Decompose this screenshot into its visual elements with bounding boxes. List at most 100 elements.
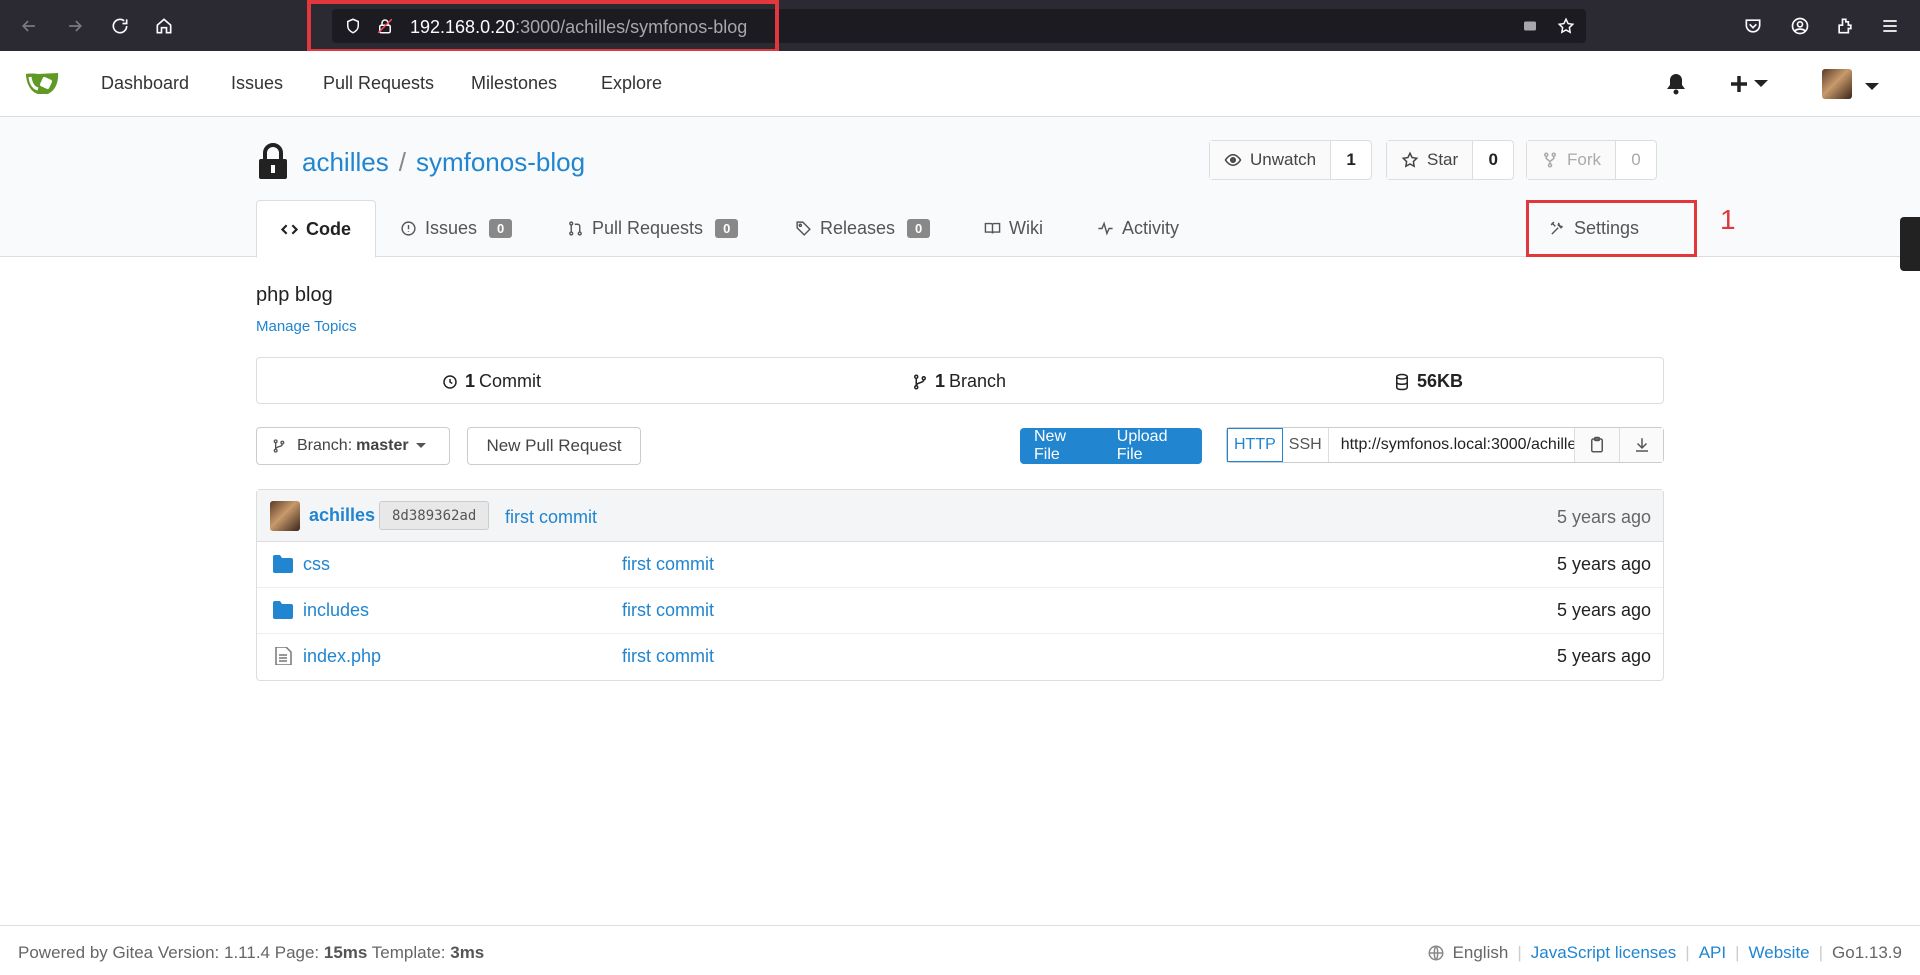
new-pull-request-button[interactable]: New Pull Request	[467, 427, 641, 465]
upload-file-button[interactable]: Upload File	[1103, 428, 1202, 464]
book-icon	[984, 222, 1001, 234]
file-actions-group: New File Upload File	[1020, 428, 1202, 464]
commits-count: 1	[465, 371, 476, 391]
branch-selector[interactable]: Branch: master	[256, 427, 450, 465]
manage-topics-link[interactable]: Manage Topics	[256, 318, 357, 335]
back-arrow-icon[interactable]	[14, 11, 44, 41]
stars-count[interactable]: 0	[1473, 141, 1513, 179]
commit-time: 5 years ago	[1556, 507, 1651, 527]
commit-sha-button[interactable]: 8d389362ad	[379, 501, 490, 530]
commits-stat[interactable]: 1 Commit	[441, 371, 541, 392]
branch-icon	[273, 439, 285, 453]
unwatch-button[interactable]: Unwatch	[1210, 141, 1332, 179]
tab-issues-label: Issues	[425, 218, 478, 238]
branches-stat[interactable]: 1 Branch	[911, 371, 1006, 392]
latest-commit-row: achilles 8d389362ad first commit 5 years…	[257, 490, 1663, 542]
browser-toolbar: 192.168.0.20:3000/achilles/symfonos-blog	[0, 0, 1920, 53]
tag-icon	[796, 221, 811, 236]
pull-request-icon	[569, 221, 582, 236]
chevron-down-icon[interactable]	[1864, 79, 1880, 97]
url-highlight-box	[307, 0, 779, 53]
tab-releases-label: Releases	[820, 218, 896, 238]
ssh-protocol-button[interactable]: SSH	[1283, 428, 1329, 462]
reload-icon[interactable]	[105, 11, 135, 41]
issues-count-badge: 0	[489, 219, 513, 238]
tab-activity-label: Activity	[1122, 218, 1180, 238]
http-protocol-button[interactable]: HTTP	[1227, 428, 1283, 462]
home-icon[interactable]	[149, 11, 179, 41]
nav-issues[interactable]: Issues	[231, 73, 283, 94]
fork-button[interactable]: Fork	[1527, 141, 1616, 179]
repo-owner-link[interactable]: achilles	[302, 147, 389, 178]
file-commit-time: 5 years ago	[1556, 554, 1651, 574]
tab-pull-requests[interactable]: Pull Requests 0	[567, 200, 739, 257]
file-row: css first commit 5 years ago	[257, 542, 1663, 588]
file-commit-message-link[interactable]: first commit	[622, 646, 714, 667]
tab-code[interactable]: Code	[256, 200, 376, 258]
fork-button-group: Fork 0	[1526, 140, 1657, 180]
star-button-group: Star 0	[1386, 140, 1515, 180]
language-selector[interactable]: English	[1453, 943, 1509, 963]
file-commit-time: 5 years ago	[1556, 646, 1651, 666]
website-link[interactable]: Website	[1749, 943, 1810, 963]
repo-name-link[interactable]: symfonos-blog	[416, 147, 585, 178]
new-file-button[interactable]: New File	[1020, 428, 1103, 464]
side-panel-handle[interactable]	[1900, 217, 1920, 271]
folder-icon	[273, 555, 293, 573]
size-stat: 56KB	[1393, 371, 1467, 392]
tab-activity[interactable]: Activity	[1097, 200, 1179, 257]
forks-count[interactable]: 0	[1616, 141, 1656, 179]
bookmark-star-icon[interactable]	[1555, 15, 1577, 37]
file-name-link[interactable]: css	[303, 554, 330, 575]
settings-highlight-box	[1526, 200, 1697, 257]
commit-message-link[interactable]: first commit	[505, 507, 597, 528]
commit-author-link[interactable]: achilles	[309, 505, 375, 526]
javascript-licenses-link[interactable]: JavaScript licenses	[1531, 943, 1677, 963]
tab-releases[interactable]: Releases 0	[795, 200, 931, 257]
forward-arrow-icon[interactable]	[60, 11, 90, 41]
file-commit-message-link[interactable]: first commit	[622, 600, 714, 621]
tab-issues[interactable]: Issues 0	[400, 200, 513, 257]
clone-url-input[interactable]: http://symfonos.local:3000/achille	[1329, 428, 1575, 462]
star-button[interactable]: Star	[1387, 141, 1474, 179]
file-list-table: achilles 8d389362ad first commit 5 years…	[256, 489, 1664, 681]
reader-view-icon[interactable]	[1519, 15, 1541, 37]
api-link[interactable]: API	[1699, 943, 1726, 963]
gitea-navbar: Dashboard Issues Pull Requests Milestone…	[0, 51, 1920, 117]
tab-pull-requests-label: Pull Requests	[592, 218, 704, 238]
watchers-count[interactable]: 1	[1331, 141, 1371, 179]
create-new-plus-icon[interactable]	[1730, 74, 1772, 99]
download-icon[interactable]	[1619, 428, 1663, 462]
menu-hamburger-icon[interactable]	[1877, 13, 1903, 39]
commits-label: Commit	[479, 371, 542, 391]
caret-down-icon	[415, 443, 426, 448]
extensions-icon[interactable]	[1832, 13, 1858, 39]
file-name-link[interactable]: index.php	[303, 646, 381, 667]
watch-button-group: Unwatch 1	[1209, 140, 1373, 180]
star-icon	[1401, 151, 1419, 168]
folder-icon	[273, 601, 293, 619]
repo-title: achilles / symfonos-blog	[256, 143, 585, 181]
branches-label: Branch	[949, 371, 1007, 391]
gitea-logo-icon[interactable]	[24, 68, 62, 100]
file-name-link[interactable]: includes	[303, 600, 369, 621]
page-time: 15ms	[323, 943, 368, 962]
pocket-icon[interactable]	[1740, 13, 1766, 39]
go-version: Go1.13.9	[1832, 943, 1902, 962]
powered-by-text: Powered by Gitea Version: 1.11.4 Page:	[18, 943, 320, 962]
nav-pull-requests[interactable]: Pull Requests	[323, 73, 434, 94]
nav-explore[interactable]: Explore	[601, 73, 662, 94]
account-icon[interactable]	[1787, 13, 1813, 39]
file-text-icon	[275, 647, 292, 665]
tab-wiki[interactable]: Wiki	[984, 200, 1043, 257]
copy-clipboard-icon[interactable]	[1575, 428, 1619, 462]
file-commit-time: 5 years ago	[1556, 600, 1651, 620]
notification-bell-icon[interactable]	[1666, 73, 1686, 100]
file-commit-message-link[interactable]: first commit	[622, 554, 714, 575]
commit-author-avatar[interactable]	[270, 501, 300, 531]
user-avatar[interactable]	[1822, 69, 1852, 99]
template-label: Template:	[371, 943, 446, 962]
nav-milestones[interactable]: Milestones	[471, 73, 557, 94]
branches-count: 1	[935, 371, 946, 391]
nav-dashboard[interactable]: Dashboard	[101, 73, 189, 94]
